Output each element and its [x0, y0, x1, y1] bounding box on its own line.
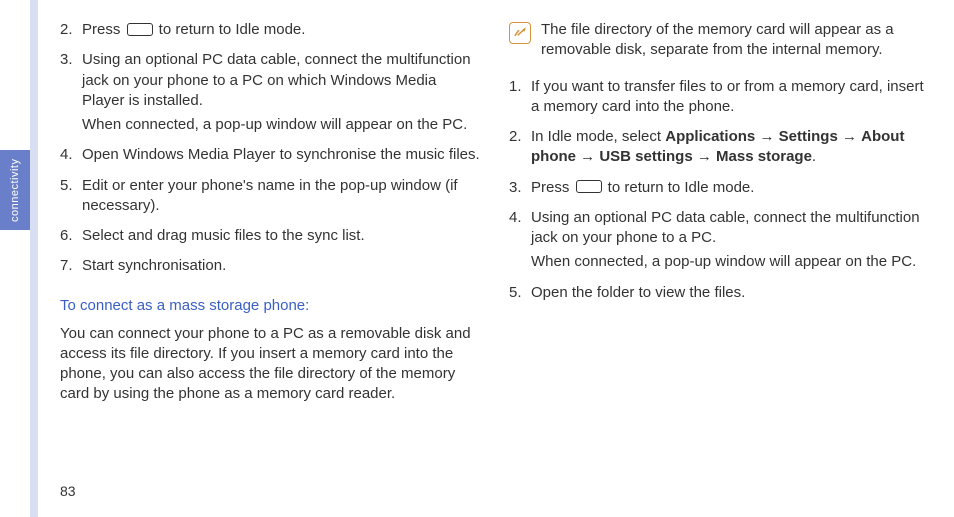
- step-number: 2.: [60, 20, 82, 40]
- step-item: 7. Start synchronisation.: [60, 256, 481, 276]
- step-item: 1. If you want to transfer files to or f…: [509, 77, 930, 118]
- step-text: Open Windows Media Player to synchronise…: [82, 145, 481, 165]
- step-body: Press to return to Idle mode.: [531, 178, 930, 198]
- subheading: To connect as a mass storage phone:: [60, 297, 481, 314]
- step-number: 3.: [60, 50, 82, 135]
- step-text: Using an optional PC data cable, connect…: [531, 208, 930, 249]
- step-body: Press to return to Idle mode.: [82, 20, 481, 40]
- home-key-icon: [576, 180, 602, 193]
- step-body: If you want to transfer files to or from…: [531, 77, 930, 118]
- step-item: 6. Select and drag music files to the sy…: [60, 226, 481, 246]
- step-number: 4.: [509, 208, 531, 273]
- step-number: 5.: [509, 283, 531, 303]
- left-column: 2. Press to return to Idle mode. 3. Usin…: [60, 20, 481, 490]
- step-text-pre: Press: [531, 179, 574, 196]
- step-item: 5. Edit or enter your phone's name in th…: [60, 176, 481, 217]
- paragraph: You can connect your phone to a PC as a …: [60, 324, 481, 405]
- note-text: The file directory of the memory card wi…: [541, 20, 930, 61]
- step-item: 2. Press to return to Idle mode.: [60, 20, 481, 40]
- step-body: In Idle mode, select Applications → Sett…: [531, 127, 930, 168]
- step-body: Select and drag music files to the sync …: [82, 226, 481, 246]
- step-number: 1.: [509, 77, 531, 118]
- note-icon: [509, 22, 531, 44]
- home-key-icon: [127, 23, 153, 36]
- step-item: 2. In Idle mode, select Applications → S…: [509, 127, 930, 168]
- page-number: 83: [60, 483, 76, 499]
- step-number: 5.: [60, 176, 82, 217]
- step-text: In Idle mode, select Applications → Sett…: [531, 127, 930, 168]
- step-text: Start synchronisation.: [82, 256, 481, 276]
- right-column: The file directory of the memory card wi…: [509, 20, 930, 490]
- step-body: Start synchronisation.: [82, 256, 481, 276]
- step-text: Using an optional PC data cable, connect…: [82, 50, 481, 111]
- step-number: 2.: [509, 127, 531, 168]
- step-item: 5. Open the folder to view the files.: [509, 283, 930, 303]
- step-number: 3.: [509, 178, 531, 198]
- step-item: 4. Open Windows Media Player to synchron…: [60, 145, 481, 165]
- step-number: 7.: [60, 256, 82, 276]
- side-bar-decoration: [30, 0, 38, 517]
- step-item: 4. Using an optional PC data cable, conn…: [509, 208, 930, 273]
- step-text: Select and drag music files to the sync …: [82, 226, 481, 246]
- step-text-secondary: When connected, a pop-up window will app…: [531, 252, 930, 272]
- step-body: Using an optional PC data cable, connect…: [82, 50, 481, 135]
- step-body: Edit or enter your phone's name in the p…: [82, 176, 481, 217]
- step-item: 3. Using an optional PC data cable, conn…: [60, 50, 481, 135]
- step-text: Edit or enter your phone's name in the p…: [82, 176, 481, 217]
- step-item: 3. Press to return to Idle mode.: [509, 178, 930, 198]
- note-box: The file directory of the memory card wi…: [509, 20, 930, 61]
- step-body: Open the folder to view the files.: [531, 283, 930, 303]
- step-text: Open the folder to view the files.: [531, 283, 930, 303]
- step-body: Open Windows Media Player to synchronise…: [82, 145, 481, 165]
- step-number: 4.: [60, 145, 82, 165]
- step-number: 6.: [60, 226, 82, 246]
- step-text-pre: Press: [82, 21, 125, 38]
- step-text-post: to return to Idle mode.: [604, 179, 755, 196]
- side-tab-label: connectivity: [0, 150, 30, 230]
- step-text-post: to return to Idle mode.: [155, 21, 306, 38]
- step-body: Using an optional PC data cable, connect…: [531, 208, 930, 273]
- step-text: If you want to transfer files to or from…: [531, 77, 930, 118]
- step-text-secondary: When connected, a pop-up window will app…: [82, 115, 481, 135]
- page-content: 2. Press to return to Idle mode. 3. Usin…: [60, 20, 930, 490]
